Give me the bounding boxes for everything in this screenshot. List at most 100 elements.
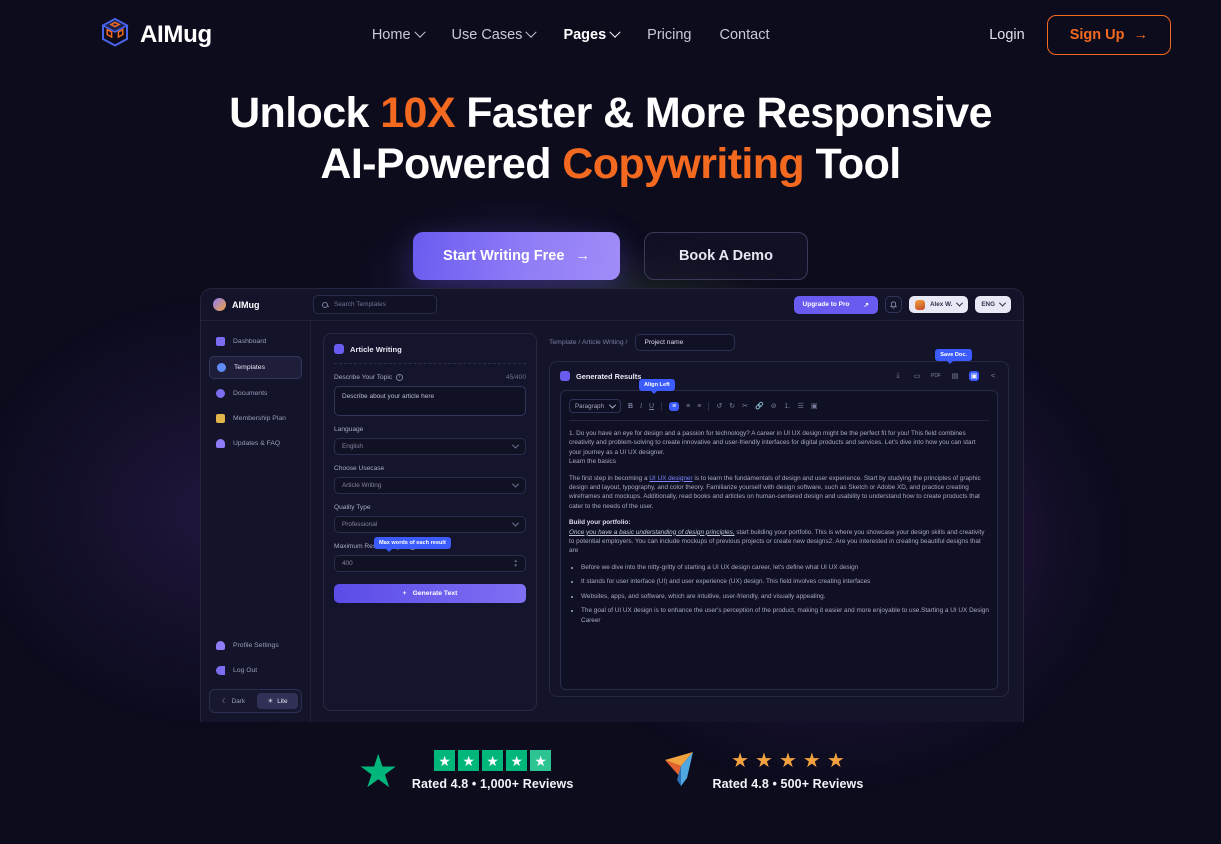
ui-ux-designer-link[interactable]: UI UX designer: [649, 475, 692, 482]
bold-icon[interactable]: B: [628, 403, 633, 410]
signup-button[interactable]: Sign Up →: [1046, 15, 1171, 55]
theme-dark-button[interactable]: ☾ Dark: [213, 693, 254, 709]
avatar: [914, 299, 925, 310]
landing-page: AIMug Home Use Cases Pages Pricing Conta…: [0, 0, 1221, 844]
align-center-icon[interactable]: ≡: [686, 403, 690, 410]
moon-icon: ☾: [221, 698, 228, 705]
ratings-section: ★ ★ ★ ★ ★ ★ Rated 4.8 • 1,000+ Reviews ★…: [0, 744, 1221, 797]
search-icon: [322, 301, 328, 308]
info-icon[interactable]: i: [396, 374, 403, 381]
sidebar-item-dashboard[interactable]: Dashboard: [209, 331, 302, 352]
list-item: Before we dive into the nitty-gritty of …: [581, 563, 989, 572]
theme-toggle[interactable]: ☾ Dark ☀ Lite: [209, 689, 302, 713]
document-area: Align Left Paragraph B I U ≡ ≡ ≡ ↺ ↻ ✂ 🔗…: [560, 379, 998, 690]
sidebar-item-profile-settings[interactable]: Profile Settings: [209, 635, 302, 656]
underline-icon[interactable]: U: [649, 403, 654, 410]
notifications-button[interactable]: [884, 296, 902, 313]
eraser-icon[interactable]: ✂: [742, 402, 748, 410]
cube-logo-icon: [100, 17, 130, 53]
generated-results-card: Save Doc. Generated Results ⤓ ▭ PDF ▤ ▣ …: [549, 349, 1009, 697]
usecase-select[interactable]: Article Writing: [334, 477, 526, 494]
stepper-arrows-icon[interactable]: ▲ ▼: [514, 558, 518, 569]
search-input[interactable]: Search Templates: [313, 295, 437, 314]
external-link-icon: ↗: [863, 301, 869, 309]
theme-lite-label: Lite: [277, 697, 288, 705]
headline-line-1: Unlock 10X Faster & More Responsive: [0, 88, 1221, 139]
paragraph-3: Build your portfolio: Once you have a ba…: [569, 518, 989, 556]
trustpilot-star-icon: ★: [357, 744, 399, 797]
download-icon[interactable]: ⤓: [893, 371, 903, 381]
language-selector[interactable]: ENG: [975, 296, 1011, 313]
pdf-icon[interactable]: PDF: [931, 371, 941, 381]
sidebar-item-label: Membership Plan: [233, 415, 286, 422]
align-right-icon[interactable]: ≡: [697, 403, 701, 410]
document-text[interactable]: 1. Do you have an eye for design and a p…: [569, 421, 989, 625]
maxlen-stepper[interactable]: 400 ▲ ▼: [334, 555, 526, 572]
paragraph-2: The first step in becoming a UI UX desig…: [569, 474, 989, 512]
start-writing-free-button[interactable]: Start Writing Free →: [413, 232, 620, 280]
italic-icon[interactable]: I: [640, 403, 642, 410]
language-label: ENG: [981, 301, 995, 308]
save-icon[interactable]: ▣: [969, 371, 979, 381]
brand-logo[interactable]: AIMug: [100, 17, 212, 53]
nav-item-pages[interactable]: Pages: [563, 26, 621, 43]
list-bullet-icon[interactable]: ☰: [798, 402, 804, 410]
comment-icon[interactable]: ▭: [912, 371, 922, 381]
app-sidebar: Dashboard Templates Documents Membership…: [201, 321, 311, 722]
nav-item-pricing[interactable]: Pricing: [647, 27, 691, 43]
align-left-icon[interactable]: ≡: [669, 401, 680, 411]
list-item: It stands for user interface (UI) and us…: [581, 577, 989, 586]
article-writing-icon: [334, 344, 344, 354]
link-icon[interactable]: 🔗: [755, 402, 764, 410]
app-brand[interactable]: AIMug: [213, 298, 313, 311]
theme-lite-button[interactable]: ☀ Lite: [257, 693, 298, 709]
sidebar-item-documents[interactable]: Documents: [209, 383, 302, 404]
nav-item-contact[interactable]: Contact: [720, 27, 770, 43]
results-icon: [560, 371, 570, 381]
file-icon[interactable]: ▤: [950, 371, 960, 381]
undo-icon[interactable]: ↺: [716, 402, 722, 410]
star-rating: ★ ★ ★ ★ ★: [434, 750, 552, 771]
capterra-content: ★ ★ ★ ★ ★ Rated 4.8 • 500+ Reviews: [712, 751, 863, 791]
sidebar-item-log-out[interactable]: Log Out: [209, 660, 302, 681]
nav-item-home[interactable]: Home: [372, 26, 426, 43]
quality-label: Quality Type: [334, 504, 371, 511]
site-header: AIMug Home Use Cases Pages Pricing Conta…: [0, 0, 1221, 70]
main-nav: Home Use Cases Pages Pricing Contact: [372, 26, 770, 43]
upgrade-to-pro-button[interactable]: Upgrade to Pro ↗: [793, 295, 878, 314]
sidebar-item-membership-plan[interactable]: Membership Plan: [209, 408, 302, 429]
star-icon: ★: [506, 750, 528, 771]
quality-select[interactable]: Professional: [334, 516, 526, 533]
unlink-icon[interactable]: ⊘: [771, 402, 777, 410]
rating-capterra: ★ ★ ★ ★ ★ Rated 4.8 • 500+ Reviews: [663, 748, 863, 793]
nav-item-use-cases[interactable]: Use Cases: [452, 26, 538, 43]
align-left-tooltip: Align Left: [639, 379, 675, 394]
language-select[interactable]: English: [334, 438, 526, 455]
redo-icon[interactable]: ↻: [729, 402, 735, 410]
form-title: Article Writing: [334, 344, 526, 364]
user-menu[interactable]: Alex W.: [908, 296, 969, 313]
share-icon[interactable]: <: [988, 371, 998, 381]
topic-char-count: 45/400: [505, 374, 526, 381]
sidebar-item-updates-faq[interactable]: Updates & FAQ: [209, 433, 302, 454]
project-name-input[interactable]: Project name: [635, 334, 736, 351]
portfolio-heading: Build your portfolio:: [569, 519, 631, 527]
editor-header: Generated Results ⤓ ▭ PDF ▤ ▣ <: [560, 371, 998, 381]
generate-text-button[interactable]: + Generate Text: [334, 584, 526, 603]
cta-label: Start Writing Free: [443, 248, 565, 264]
image-icon[interactable]: ▣: [811, 402, 818, 410]
login-link[interactable]: Login: [989, 27, 1024, 43]
paragraph-style-select[interactable]: Paragraph: [569, 399, 621, 413]
book-a-demo-button[interactable]: Book A Demo: [643, 232, 808, 280]
app-brand-name: AIMug: [232, 299, 260, 310]
usecase-value: Article Writing: [342, 482, 382, 489]
topic-textarea[interactable]: Describe about your article here: [334, 386, 526, 416]
list-ordered-icon[interactable]: ⒈: [784, 401, 791, 411]
capterra-arrow-icon: [663, 748, 699, 793]
chevron-down-icon: [956, 299, 964, 307]
theme-dark-label: Dark: [231, 697, 246, 705]
sidebar-item-label: Dashboard: [233, 338, 267, 345]
headline-text: Unlock: [229, 89, 381, 137]
sidebar-item-templates[interactable]: Templates: [209, 356, 302, 379]
sidebar-bottom: Profile Settings Log Out ☾ Dark ☀ Lite: [209, 635, 302, 722]
